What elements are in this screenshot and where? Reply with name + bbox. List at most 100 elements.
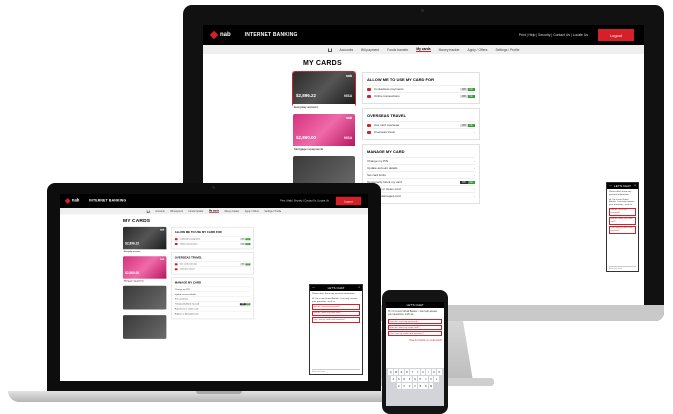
chat-suggestion[interactable]: How do I block my credit card? (312, 310, 360, 317)
key-d[interactable]: D (401, 376, 407, 383)
overseas-toggle[interactable]: Off On (460, 123, 475, 127)
chat-suggestion[interactable]: How do I block my credit card? (609, 216, 636, 225)
manage-row[interactable]: Temporarily block my card Off On (367, 178, 475, 185)
chat-input[interactable]: Enter text here (312, 369, 360, 373)
toggle-on[interactable]: On (245, 262, 251, 266)
card-mortgage[interactable]: nab $2,860.00 Mortgage repayments (123, 256, 167, 283)
chat-suggestion[interactable]: Can I use my credit card overseas? (312, 317, 360, 323)
toggle-on[interactable]: On (467, 87, 475, 91)
chat-suggestion[interactable]: How do I reset my password? (388, 319, 442, 325)
online-toggle[interactable]: Off On (239, 242, 251, 245)
online-toggle[interactable]: Off On (460, 94, 475, 98)
key-t[interactable]: T (410, 369, 415, 375)
nav-money-tracker[interactable]: Money tracker (439, 48, 460, 52)
contactless-toggle[interactable]: Off On (239, 237, 251, 240)
toggle-off[interactable]: Off (460, 123, 468, 127)
key-n[interactable]: N (423, 383, 429, 390)
nav-money-tracker[interactable]: Money tracker (225, 210, 240, 213)
chat-suggestion[interactable]: Can I use my credit card overseas? (388, 331, 442, 337)
nav-apply-offers[interactable]: Apply / Offers (468, 48, 488, 52)
minimize-icon[interactable]: — (312, 285, 315, 289)
home-icon[interactable] (146, 209, 150, 213)
key-v[interactable]: V (412, 383, 418, 390)
chat-input[interactable]: Enter text here (609, 266, 636, 270)
manage-row[interactable]: Replace a damaged card (174, 310, 251, 316)
key-w[interactable]: W (393, 369, 399, 375)
toggle-on[interactable]: On (245, 242, 251, 245)
toggle-on[interactable]: On (245, 302, 251, 305)
nav-my-cards[interactable]: My cards (416, 47, 431, 52)
key-a[interactable]: A (391, 376, 396, 383)
nav-accounts[interactable]: Accounts (155, 210, 164, 213)
card-fourth[interactable] (123, 315, 167, 339)
overseas-travel-row[interactable]: Overseas travel › (367, 128, 475, 135)
key-g[interactable]: G (412, 376, 418, 383)
block-toggle[interactable]: Off On (239, 302, 251, 305)
chevron-right-icon: › (474, 159, 475, 163)
utility-links[interactable]: Print | Help | Security | Contact Us | L… (519, 33, 588, 37)
overseas-toggle[interactable]: Off On (239, 262, 251, 266)
key-i[interactable]: I (426, 369, 431, 375)
key-k[interactable]: K (428, 376, 434, 383)
key-f[interactable]: F (407, 376, 412, 383)
key-j[interactable]: J (423, 376, 429, 383)
card-everyday[interactable]: nab $2,896.22 VISA Everyday account (292, 71, 356, 110)
toggle-off[interactable]: Off (460, 87, 468, 91)
close-icon[interactable]: × (634, 183, 636, 187)
key-b[interactable]: B (418, 383, 423, 390)
key-r[interactable]: R (404, 369, 410, 375)
toggle-on[interactable]: On (467, 123, 475, 127)
nav-bill-payment[interactable]: Bill payment (170, 210, 183, 213)
block-toggle[interactable]: Off On (460, 180, 475, 184)
nab-logo[interactable]: nab (209, 30, 231, 40)
home-icon[interactable] (327, 47, 332, 52)
key-c[interactable]: C (407, 383, 412, 390)
logout-button[interactable]: Logout (335, 196, 361, 206)
chat-suggestion[interactable]: How do I reset my password? (609, 207, 636, 216)
contactless-toggle[interactable]: Off On (460, 87, 475, 91)
key-e[interactable]: E (399, 369, 404, 375)
utility-links[interactable]: Print | Help | Security | Contact Us | L… (280, 200, 329, 203)
manage-row[interactable]: Report lost or stolen card › (367, 185, 475, 192)
chat-suggestion[interactable]: Can I use my credit card overseas? (609, 225, 636, 234)
toggle-off[interactable]: Off (460, 94, 468, 98)
nav-funds-transfer[interactable]: Funds transfer (188, 210, 203, 213)
nav-apply-offers[interactable]: Apply / Offers (245, 210, 259, 213)
key-q[interactable]: Q (388, 369, 394, 375)
nav-settings-profile[interactable]: Settings / Profile (264, 210, 281, 213)
key-s[interactable]: S (396, 376, 402, 383)
nav-bill-payment[interactable]: Bill payment (361, 48, 379, 52)
toggle-on[interactable]: On (467, 180, 475, 184)
key-x[interactable]: X (401, 383, 407, 390)
manage-row[interactable]: Change my PIN › (367, 157, 475, 164)
key-o[interactable]: O (431, 369, 437, 375)
minimize-icon[interactable]: — (609, 183, 612, 187)
nav-funds-transfer[interactable]: Funds transfer (387, 48, 408, 52)
overseas-travel-row[interactable]: Overseas travel › (174, 266, 251, 271)
key-m[interactable]: M (428, 383, 434, 390)
toggle-off[interactable]: Off (460, 180, 468, 184)
card-everyday[interactable]: nab $2,896.22 Everyday account (123, 226, 167, 254)
card-third[interactable] (123, 285, 167, 310)
nav-my-cards[interactable]: My cards (208, 209, 219, 213)
chat-title: LET'S CHAT (406, 303, 424, 307)
nav-accounts[interactable]: Accounts (340, 48, 354, 52)
logout-button[interactable]: Logout (598, 29, 634, 41)
key-u[interactable]: U (420, 369, 426, 375)
toggle-on[interactable]: On (467, 94, 475, 98)
key-l[interactable]: L (434, 376, 439, 383)
nab-logo[interactable]: nab (64, 198, 79, 204)
toggle-on[interactable]: On (245, 237, 251, 240)
manage-row[interactable]: Update account details › (367, 164, 475, 171)
manage-row[interactable]: Replace a damaged card › (367, 192, 475, 199)
key-h[interactable]: H (418, 376, 423, 383)
close-icon[interactable]: × (358, 285, 360, 289)
card-mortgage[interactable]: nab $2,860.00 VISA Mortgage repayments (293, 114, 355, 152)
chat-suggestion[interactable]: How do I block my credit card? (388, 325, 442, 331)
key-z[interactable]: Z (396, 383, 402, 390)
chat-suggestion[interactable]: How do I reset my password? (312, 304, 360, 310)
nav-settings-profile[interactable]: Settings / Profile (495, 48, 519, 52)
key-p[interactable]: P (436, 369, 442, 375)
manage-row[interactable]: Set card limits › (367, 171, 475, 178)
key-y[interactable]: Y (415, 369, 420, 375)
